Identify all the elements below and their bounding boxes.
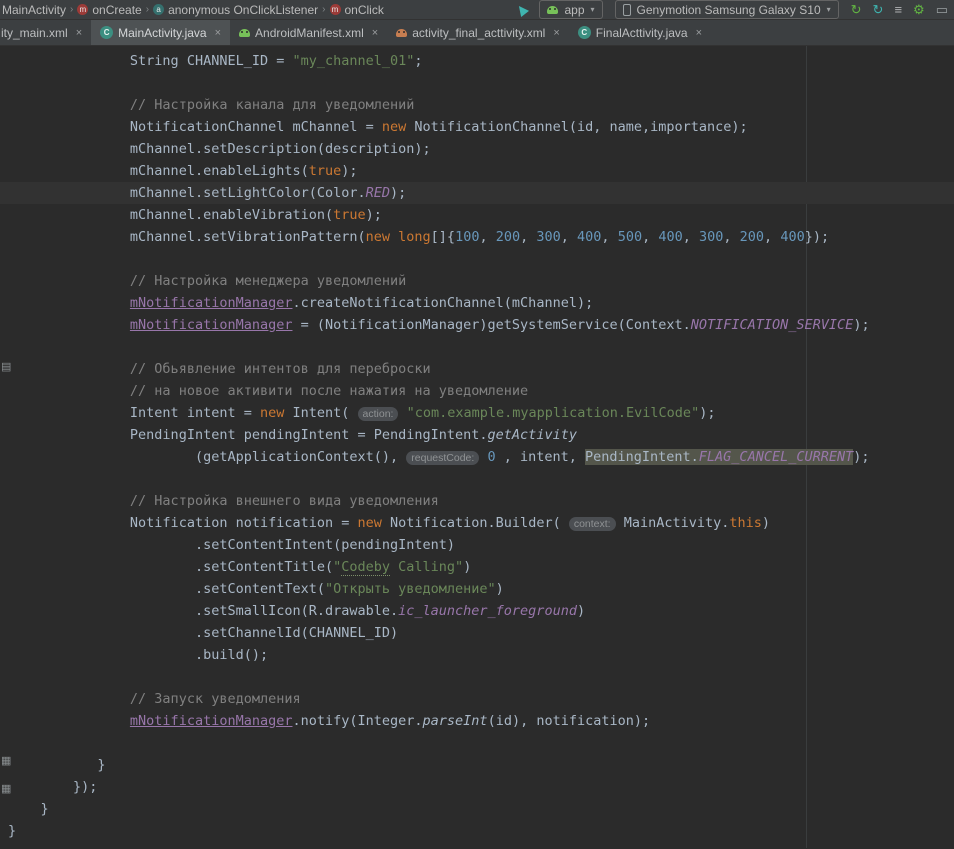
code-line[interactable]: Intent intent = new Intent( action: "com… [0, 402, 954, 424]
breadcrumb-item[interactable]: MainActivity [2, 3, 66, 17]
cursor-icon[interactable] [515, 2, 529, 16]
close-icon[interactable]: × [553, 27, 559, 39]
tab-label: MainActivity.java [118, 26, 206, 40]
code-line[interactable]: String CHANNEL_ID = "my_channel_01"; [0, 50, 954, 72]
tab-androidmanifest-xml[interactable]: AndroidManifest.xml × [230, 20, 387, 45]
code-editor[interactable]: String CHANNEL_ID = "my_channel_01"; // … [0, 46, 954, 848]
code-area[interactable]: String CHANNEL_ID = "my_channel_01"; // … [0, 46, 954, 842]
apply-changes-icon[interactable]: ↻ [851, 3, 862, 16]
code-line[interactable]: mChannel.enableLights(true); [0, 160, 954, 182]
run-config-selector[interactable]: app ▾ [539, 0, 602, 19]
method-icon: m [77, 4, 88, 15]
tab-ity-main-xml[interactable]: ity_main.xml × [0, 20, 91, 45]
breadcrumb-label: MainActivity [2, 3, 66, 17]
code-line[interactable]: mChannel.setDescription(description); [0, 138, 954, 160]
navigation-bar: MainActivity › m onCreate › a anonymous OnClic… [0, 0, 954, 20]
tab-finalacttivity-java[interactable]: C FinalActtivity.java × [569, 20, 711, 45]
code-line[interactable]: mChannel.setVibrationPattern(new long[]{… [0, 226, 954, 248]
apply-code-changes-icon[interactable]: ↻ [873, 3, 884, 16]
code-line[interactable] [0, 732, 954, 754]
code-line[interactable]: // Запуск уведомления [0, 688, 954, 710]
tab-activity-final-acttivity-xml[interactable]: activity_final_acttivity.xml × [387, 20, 569, 45]
code-line[interactable]: } [0, 754, 954, 776]
breadcrumb: MainActivity › m onCreate › a anonymous OnClic… [2, 3, 384, 17]
breadcrumb-separator: › [70, 4, 73, 15]
breadcrumb-item[interactable]: m onClick [330, 3, 384, 17]
clipboard-icon: ▤ [1, 362, 11, 373]
code-line[interactable]: (getApplicationContext(), requestCode: 0… [0, 446, 954, 468]
code-line[interactable] [0, 666, 954, 688]
code-line[interactable]: }); [0, 776, 954, 798]
code-line[interactable]: mChannel.setLightColor(Color.RED); [0, 182, 954, 204]
tab-label: ity_main.xml [1, 26, 68, 40]
code-line[interactable]: mNotificationManager = (NotificationMana… [0, 314, 954, 336]
run-config-label: app [564, 3, 584, 17]
code-line[interactable]: .setContentText("Открыть уведомление") [0, 578, 954, 600]
chevron-down-icon: ▾ [591, 5, 595, 14]
android-file-icon [239, 29, 250, 37]
method-icon: m [330, 4, 341, 15]
breadcrumb-separator: › [146, 4, 149, 15]
device-manager-icon[interactable]: ⚙ [913, 3, 925, 16]
breadcrumb-item[interactable]: m onCreate [77, 3, 141, 17]
code-line[interactable]: .setContentIntent(pendingIntent) [0, 534, 954, 556]
bookmark-icon: ▦ [1, 756, 11, 767]
breadcrumb-label: onClick [345, 3, 384, 17]
logcat-icon[interactable]: ≡ [894, 3, 902, 16]
code-line[interactable] [0, 72, 954, 94]
bookmark2-icon: ▦ [1, 784, 11, 795]
code-line[interactable]: PendingIntent pendingIntent = PendingInt… [0, 424, 954, 446]
tab-label: AndroidManifest.xml [255, 26, 364, 40]
device-selector[interactable]: Genymotion Samsung Galaxy S10 ▾ [615, 0, 839, 19]
code-line[interactable]: } [0, 820, 954, 842]
close-icon[interactable]: × [696, 27, 702, 39]
code-line[interactable]: // Настройка канала для уведомлений [0, 94, 954, 116]
code-line[interactable] [0, 336, 954, 358]
code-line[interactable]: // Обьявление интентов для переброски [0, 358, 954, 380]
close-icon[interactable]: × [215, 27, 221, 39]
breadcrumb-item[interactable]: a anonymous OnClickListener [153, 3, 318, 17]
chevron-down-icon: ▾ [827, 5, 831, 14]
code-line[interactable]: mNotificationManager.createNotificationC… [0, 292, 954, 314]
code-line[interactable]: mChannel.enableVibration(true); [0, 204, 954, 226]
code-line[interactable]: // Настройка менеджера уведомлений [0, 270, 954, 292]
device-phone-icon [623, 4, 631, 16]
editor-tabs: ity_main.xml×CMainActivity.java×AndroidM… [0, 20, 954, 46]
code-line[interactable]: .setContentTitle("Codeby Calling") [0, 556, 954, 578]
code-line[interactable] [0, 248, 954, 270]
tab-mainactivity-java[interactable]: C MainActivity.java × [91, 20, 230, 45]
code-line[interactable]: .setChannelId(CHANNEL_ID) [0, 622, 954, 644]
tab-label: FinalActtivity.java [596, 26, 688, 40]
android-layout-icon [396, 29, 407, 37]
close-icon[interactable]: × [76, 27, 82, 39]
code-line[interactable]: mNotificationManager.notify(Integer.pars… [0, 710, 954, 732]
code-line[interactable]: NotificationChannel mChannel = new Notif… [0, 116, 954, 138]
toolbar-right: app ▾ Genymotion Samsung Galaxy S10 ▾ ↻↻… [517, 0, 948, 19]
android-icon [547, 6, 558, 14]
code-line[interactable]: // Настройка внешнего вида уведомления [0, 490, 954, 512]
code-line[interactable]: .setSmallIcon(R.drawable.ic_launcher_for… [0, 600, 954, 622]
breadcrumb-separator: › [322, 4, 325, 15]
code-line[interactable] [0, 468, 954, 490]
toolbar-actions: ↻ ↻ ≡ ⚙ ▭ [851, 3, 948, 16]
java-class-icon: C [578, 26, 591, 39]
emulator-icon[interactable]: ▭ [936, 3, 948, 16]
tab-label: activity_final_acttivity.xml [412, 26, 545, 40]
breadcrumb-label: anonymous OnClickListener [168, 3, 318, 17]
java-class-icon: C [100, 26, 113, 39]
code-line[interactable]: Notification notification = new Notifica… [0, 512, 954, 534]
code-line[interactable]: } [0, 798, 954, 820]
code-line[interactable]: // на новое активити после нажатия на ув… [0, 380, 954, 402]
device-label: Genymotion Samsung Galaxy S10 [637, 3, 821, 17]
close-icon[interactable]: × [372, 27, 378, 39]
breadcrumb-label: onCreate [92, 3, 141, 17]
anonymous-class-icon: a [153, 4, 164, 15]
code-line[interactable]: .build(); [0, 644, 954, 666]
